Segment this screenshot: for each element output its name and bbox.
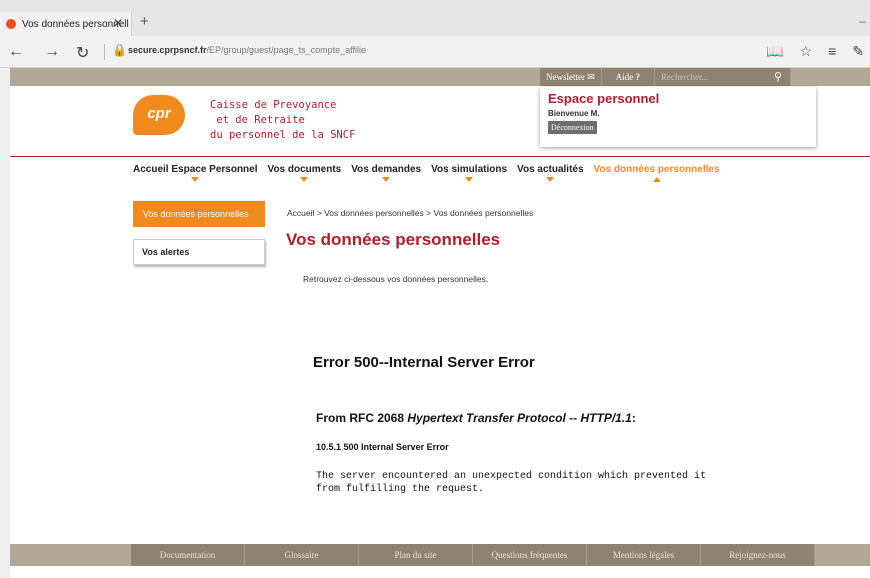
top-nav: Newsletter ✉ Aide ? Rechercher... ⚲: [540, 68, 792, 86]
espace-personnel-panel: Espace personnel Bienvenue M. Déconnexio…: [540, 87, 816, 147]
rfc-suffix: :: [631, 411, 636, 425]
sidebar-item-alertes[interactable]: Vos alertes: [133, 239, 265, 265]
toolbar-right-icons: 📖 ☆ ≡ ✎: [766, 43, 864, 60]
back-arrow-icon[interactable]: ←: [8, 43, 24, 61]
footer-mentions[interactable]: Mentions légales: [587, 544, 701, 566]
notes-icon[interactable]: ✎: [852, 43, 864, 60]
nav-donnees-personnelles[interactable]: Vos données personnelles: [593, 164, 720, 182]
sidebar-item-donnees[interactable]: Vos données personnelles: [133, 201, 265, 227]
reading-view-icon[interactable]: 📖: [766, 43, 783, 60]
footer-questions[interactable]: Questions fréquentes: [473, 544, 587, 566]
intro-text: Retrouvez ci-dessous vos données personn…: [303, 274, 489, 284]
hub-menu-icon[interactable]: ≡: [828, 43, 836, 60]
nav-arrow-icon: [652, 177, 661, 182]
nav-documents[interactable]: Vos documents: [267, 164, 342, 182]
nav-arrow-icon: [546, 177, 555, 182]
address-bar[interactable]: secure.cprpsncf.fr/EP/group/guest/page_t…: [128, 45, 366, 55]
logout-button[interactable]: Déconnexion: [548, 121, 597, 134]
nav-arrow-icon: [465, 177, 474, 182]
aide-label: Aide: [615, 72, 634, 82]
nav-label: Vos documents: [267, 164, 342, 175]
site-favicon-icon: [6, 19, 16, 29]
favorite-star-icon[interactable]: ☆: [800, 43, 813, 60]
toolbar-divider: [104, 44, 105, 60]
nav-label: Vos simulations: [431, 164, 508, 175]
welcome-text: Bienvenue M.: [548, 109, 600, 118]
rfc-italic: Hypertext Transfer Protocol -- HTTP/1.1: [407, 411, 632, 425]
brand-line-1: Caisse de Prevoyance: [210, 99, 337, 111]
footer-glossaire[interactable]: Glossaire: [245, 544, 359, 566]
help-icon: ?: [635, 72, 641, 82]
error-code: 10.5.1 500 Internal Server Error: [316, 442, 449, 452]
nav-actualites[interactable]: Vos actualités: [517, 164, 584, 182]
footer-rejoignez[interactable]: Rejoignez-nous: [701, 544, 815, 566]
tab-close-icon[interactable]: ✕: [113, 16, 123, 30]
cpr-logo[interactable]: cpr: [133, 95, 185, 135]
browser-tab[interactable]: Vos données personnell ✕: [0, 12, 132, 36]
nav-label: Vos demandes: [351, 164, 422, 175]
error-description: The server encountered an unexpected con…: [316, 470, 776, 496]
error-line-1: The server encountered an unexpected con…: [316, 471, 707, 482]
footer-nav: Documentation Glossaire Plan du site Que…: [131, 544, 815, 566]
main-nav: Accueil Espace Personnel Vos documents V…: [133, 164, 720, 182]
address-toolbar: ← → ↻ 🔒 secure.cprpsncf.fr/EP/group/gues…: [0, 36, 870, 68]
footer-plan-du-site[interactable]: Plan du site: [359, 544, 473, 566]
nav-arrow-icon: [300, 177, 309, 182]
logo-text: cpr: [147, 105, 171, 122]
url-path: /EP/group/guest/page_ts_compte_affilie: [206, 45, 366, 55]
nav-demandes[interactable]: Vos demandes: [351, 164, 422, 182]
rfc-heading: From RFC 2068 Hypertext Transfer Protoco…: [316, 411, 636, 425]
search-icon[interactable]: ⚲: [774, 68, 782, 86]
nav-label: Vos actualités: [517, 164, 584, 175]
nav-arrow-icon: [382, 177, 391, 182]
error-line-2: from fulfilling the request.: [316, 484, 485, 495]
footer-documentation[interactable]: Documentation: [131, 544, 245, 566]
browser-window: Vos données personnell ✕ + – ← → ↻ 🔒 sec…: [0, 0, 870, 578]
nav-label: Accueil Espace Personnel: [133, 164, 258, 175]
minimize-icon[interactable]: –: [859, 14, 866, 28]
page-title: Vos données personnelles: [286, 230, 501, 249]
header-divider: [10, 156, 870, 157]
brand-line-2: et de Retraite: [210, 114, 305, 126]
forward-arrow-icon[interactable]: →: [44, 43, 60, 61]
url-domain: secure.cprpsncf.fr: [128, 45, 207, 55]
envelope-icon: ✉: [587, 72, 595, 82]
rfc-prefix: From RFC 2068: [316, 411, 408, 425]
page-gutter: [0, 68, 10, 578]
search-input[interactable]: Rechercher... ⚲: [655, 68, 792, 86]
refresh-icon[interactable]: ↻: [76, 43, 89, 63]
breadcrumb: Accueil > Vos données personnelles > Vos…: [287, 208, 534, 218]
nav-accueil[interactable]: Accueil Espace Personnel: [133, 164, 258, 182]
nav-simulations[interactable]: Vos simulations: [431, 164, 508, 182]
nav-arrow-icon: [191, 177, 200, 182]
espace-title: Espace personnel: [548, 91, 660, 106]
nav-label: Vos données personnelles: [593, 164, 720, 175]
new-tab-button[interactable]: +: [140, 13, 149, 30]
search-placeholder: Rechercher...: [661, 72, 709, 82]
lock-icon[interactable]: 🔒: [112, 43, 127, 57]
brand-line-3: du personnel de la SNCF: [210, 129, 356, 141]
website-page: Newsletter ✉ Aide ? Rechercher... ⚲ cpr C…: [0, 68, 870, 578]
newsletter-label: Newsletter: [546, 72, 585, 82]
tab-strip: Vos données personnell ✕ + –: [0, 0, 870, 36]
aide-link[interactable]: Aide ?: [601, 68, 656, 86]
error-heading: Error 500--Internal Server Error: [313, 354, 535, 371]
newsletter-link[interactable]: Newsletter ✉: [540, 68, 602, 86]
brand-name: Caisse de Prevoyance et de Retraite du pe…: [210, 98, 355, 143]
